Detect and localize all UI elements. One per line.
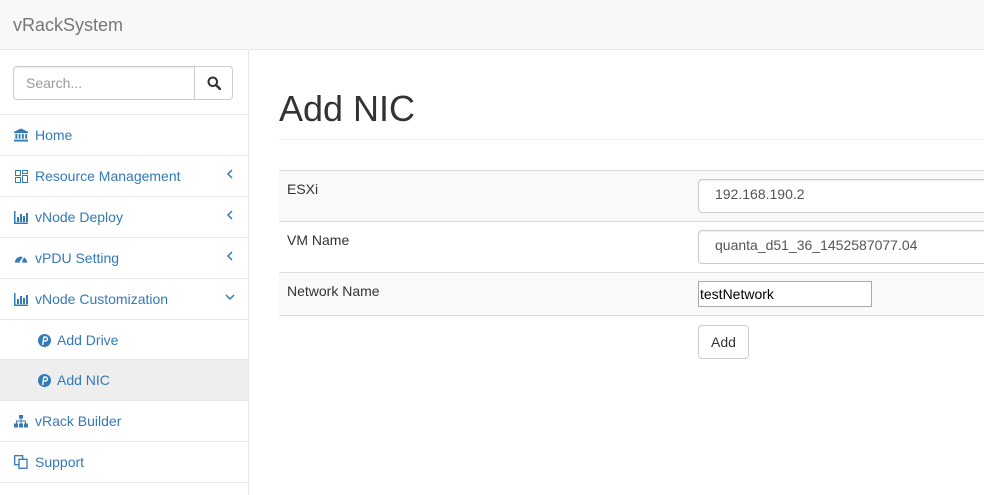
navbar: vRackSystem [0,0,984,50]
pinterest-icon [37,333,51,347]
vm-name-select[interactable]: quanta_d51_36_1452587077.04 [698,230,984,264]
sidebar-item-home[interactable]: Home [0,115,248,156]
sitemap-icon [14,414,28,428]
search-icon [207,76,221,90]
sidebar-search [0,50,248,115]
form-row-divider [279,315,984,316]
bar-chart-icon [14,292,28,306]
brand-link[interactable]: vRackSystem [13,15,123,36]
bar-chart-icon [14,210,28,224]
divider [279,139,984,140]
pinterest-icon [37,373,51,387]
chevron-down-icon [225,294,235,301]
sidebar-item-resource-management[interactable]: Resource Management [0,156,248,197]
gauge-icon [14,251,28,265]
search-button[interactable] [194,66,233,100]
bank-icon [14,128,28,142]
sidebar-item-vrack-builder[interactable]: vRack Builder [0,401,248,442]
search-input[interactable] [13,66,195,100]
sidebar-item-label: vNode Customization [35,291,169,307]
chevron-left-icon [226,169,233,179]
esxi-label: ESXi [287,181,319,197]
sidebar-item-vnode-customization[interactable]: vNode Customization [0,279,248,320]
page-title: Add NIC [279,88,416,129]
sidebar-item-label: Add NIC [57,372,110,388]
chevron-left-icon [226,251,233,261]
add-button[interactable]: Add [698,325,749,359]
esxi-select[interactable]: 192.168.190.2 [698,179,984,213]
dashboard-icon [14,169,28,183]
sidebar-item-vpdu-setting[interactable]: vPDU Setting [0,238,248,279]
sidebar-item-label: Home [35,127,73,143]
sidebar-item-label: vRack Builder [35,413,122,429]
sidebar-item-support[interactable]: Support [0,442,248,483]
sidebar-item-label: vPDU Setting [35,250,120,266]
sidebar-item-label: Support [35,454,85,470]
sidebar: Home Resource Management vNode Deploy vP… [0,50,249,495]
sidebar-item-label: Resource Management [35,168,181,184]
network-name-input[interactable] [698,281,872,307]
copy-icon [14,455,28,469]
sidebar-item-label: vNode Deploy [35,209,123,225]
form-row-vm-name: VM Name quanta_d51_36_1452587077.04 [279,221,984,272]
vm-name-label: VM Name [287,232,350,248]
sidebar-item-add-drive[interactable]: Add Drive [0,320,248,360]
form-row-esxi: ESXi 192.168.190.2 [279,170,984,221]
form-row-network-name: Network Name [279,272,984,315]
network-name-label: Network Name [287,283,380,299]
sidebar-item-label: Add Drive [57,332,119,348]
sidebar-item-add-nic[interactable]: Add NIC [0,360,248,401]
chevron-left-icon [226,210,233,220]
sidebar-item-vnode-deploy[interactable]: vNode Deploy [0,197,248,238]
main-content: Add NIC ESXi 192.168.190.2 VM Name quant… [249,50,984,495]
